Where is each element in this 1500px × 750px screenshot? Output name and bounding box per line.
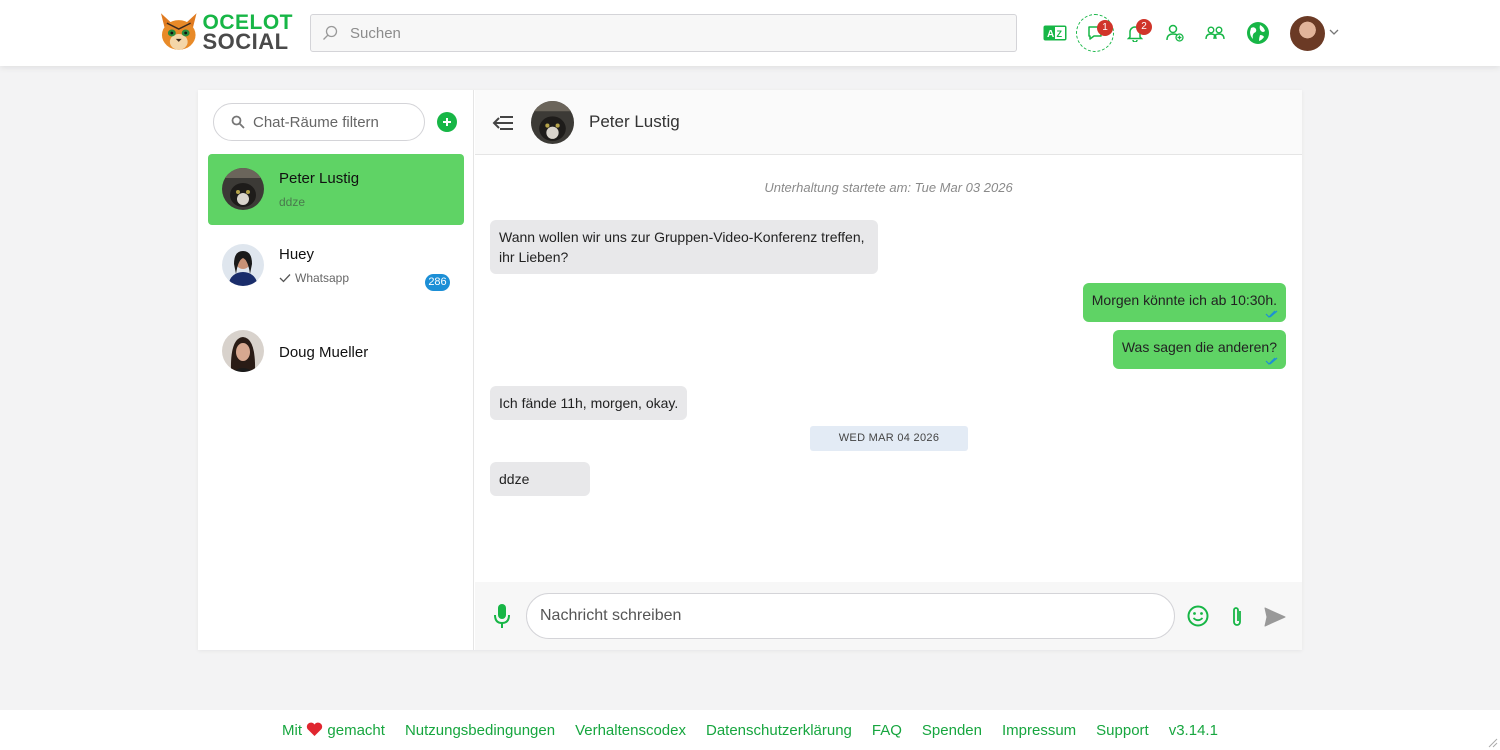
ocelot-cat-logo-icon [160, 13, 197, 50]
map-globe-icon [1247, 22, 1269, 44]
room-filter-field[interactable] [213, 103, 425, 141]
top-header: OCELOT SOCIAL A Z 1 2 [0, 0, 1500, 66]
send-icon[interactable] [1264, 607, 1286, 627]
message-bubble-incoming[interactable]: Wann wollen wir uns zur Gruppen-Video-Ko… [490, 220, 878, 274]
room-avatar [222, 168, 264, 210]
chat-partner-avatar[interactable] [531, 101, 574, 144]
room-filter-input[interactable] [253, 113, 413, 131]
footer-link-donate[interactable]: Spenden [922, 722, 982, 739]
footer-link-faq[interactable]: FAQ [872, 722, 902, 739]
toggle-room-list-icon[interactable] [491, 111, 515, 135]
footer-made-prefix: Mit [282, 721, 303, 739]
cat-avatar-image [531, 101, 574, 144]
chat-header: Peter Lustig [475, 90, 1302, 155]
message-bubble-outgoing[interactable]: Was sagen die anderen? [1112, 330, 1286, 369]
search-bar[interactable] [310, 14, 1017, 52]
message-composer [475, 582, 1302, 650]
footer-link-support[interactable]: Support [1096, 722, 1149, 739]
ocelot-social-logo[interactable]: OCELOT SOCIAL [158, 9, 293, 55]
emoji-icon[interactable] [1187, 605, 1209, 627]
notification-count-badge: 2 [1136, 19, 1152, 35]
chevron-down-icon[interactable] [1329, 27, 1339, 37]
svg-text:A: A [1047, 29, 1054, 40]
read-ticks-icon [1265, 310, 1278, 318]
checkmark-icon [279, 274, 291, 283]
heart-icon [307, 722, 323, 736]
message-bubble-incoming[interactable]: ddze [490, 462, 590, 496]
message-input[interactable] [526, 593, 1175, 639]
room-avatar [222, 330, 264, 372]
footer-made-with-love[interactable]: Mit gemacht [282, 722, 385, 739]
unread-count-badge: 286 [425, 274, 450, 291]
footer-link-version[interactable]: v3.14.1 [1169, 722, 1218, 739]
chat-card: Peter Lustig ddze Huey Whatsapp 286 [198, 90, 1302, 650]
room-name: Peter Lustig [279, 170, 360, 187]
microphone-icon[interactable] [492, 602, 512, 630]
huey-avatar-image [222, 244, 264, 286]
room-last-message: Whatsapp [279, 271, 349, 285]
groups-button[interactable] [1196, 14, 1234, 52]
chat-partner-name: Peter Lustig [589, 112, 680, 131]
cat-avatar-image [222, 168, 264, 210]
footer-link-code-of-conduct[interactable]: Verhaltenscodex [575, 722, 686, 739]
user-avatar[interactable] [1290, 16, 1325, 51]
chat-count-badge: 1 [1097, 20, 1113, 36]
add-room-button[interactable] [437, 112, 457, 132]
language-button[interactable]: A Z [1036, 14, 1074, 52]
message-text: Ich fände 11h, morgen, okay. [499, 395, 679, 411]
message-text: Was sagen die anderen? [1121, 339, 1277, 355]
map-button[interactable] [1239, 14, 1277, 52]
search-input[interactable] [350, 24, 950, 42]
footer-link-imprint[interactable]: Impressum [1002, 722, 1076, 739]
plus-icon [443, 118, 451, 126]
room-item-huey[interactable]: Huey Whatsapp 286 [208, 230, 464, 301]
room-name: Doug Mueller [279, 344, 369, 361]
room-name: Huey [279, 246, 315, 263]
conversation-start-info: Unterhaltung startete am: Tue Mar 03 202… [764, 180, 1013, 195]
footer-made-suffix: gemacht [327, 721, 385, 739]
logo-wordmark: OCELOT SOCIAL [202, 12, 294, 54]
search-icon [323, 25, 338, 40]
message-bubble-outgoing[interactable]: Morgen könnte ich ab 10:30h. [1082, 283, 1286, 322]
message-bubble-incoming[interactable]: Ich fände 11h, morgen, okay. [490, 386, 688, 420]
doug-avatar-image [222, 330, 264, 372]
date-separator: WED MAR 04 2026 [810, 426, 968, 451]
footer-link-privacy[interactable]: Datenschutzerklärung [706, 722, 852, 739]
svg-text:Z: Z [1057, 29, 1063, 39]
room-item-peter-lustig[interactable]: Peter Lustig ddze [208, 154, 464, 225]
search-icon [231, 115, 245, 129]
footer-link-terms[interactable]: Nutzungsbedingungen [405, 722, 555, 739]
read-ticks-icon [1265, 357, 1278, 365]
room-last-message: ddze [279, 195, 306, 209]
message-text: Morgen könnte ich ab 10:30h. [1091, 292, 1277, 308]
room-list-panel: Peter Lustig ddze Huey Whatsapp 286 [198, 90, 474, 650]
groups-icon [1205, 26, 1225, 40]
footer: Mit gemacht Nutzungsbedingungen Verhalte… [0, 710, 1500, 750]
chat-notifications-button[interactable]: 1 [1076, 14, 1114, 52]
room-avatar [222, 244, 264, 286]
resize-handle-icon[interactable] [1486, 736, 1498, 748]
chat-panel: Peter Lustig Unterhaltung startete am: T… [475, 90, 1302, 650]
logo-line-2: SOCIAL [202, 29, 289, 54]
attachment-icon[interactable] [1229, 605, 1245, 629]
user-plus-icon [1166, 24, 1184, 42]
room-last-message-text: Whatsapp [295, 271, 350, 285]
room-item-doug-mueller[interactable]: Doug Mueller [208, 316, 464, 387]
invite-user-button[interactable] [1156, 14, 1194, 52]
message-text: ddze [499, 471, 530, 487]
notifications-button[interactable]: 2 [1116, 14, 1154, 52]
message-text: Wann wollen wir uns zur Gruppen-Video-Ko… [499, 229, 865, 265]
language-icon: A Z [1043, 25, 1067, 41]
